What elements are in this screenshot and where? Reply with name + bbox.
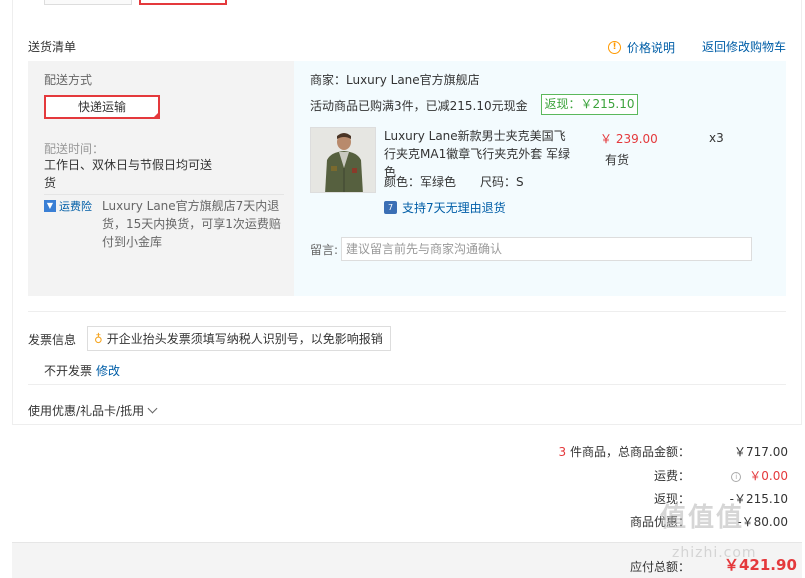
message-input[interactable] [341,237,752,261]
divider [44,194,284,195]
rebate-badge: 返现：￥215.10 [541,94,638,115]
merchant-name: 商家：Luxury Lane官方旗舰店 [310,73,480,87]
info-icon[interactable]: i [731,471,742,482]
watermark-logo: 值值值 [660,503,745,533]
message-label: 留言: [310,243,339,257]
watermark-url: zhizhi.com [672,545,757,561]
warning-icon: ! [608,41,621,54]
coupon-toggle[interactable]: 使用优惠/礼品卡/抵用 [28,402,158,419]
coupon-label: 使用优惠/礼品卡/抵用 [28,404,145,418]
back-to-cart-link[interactable]: 返回修改购物车 [702,38,786,55]
product-color: 颜色：军绿色 [384,175,457,189]
shipping-time-value: 工作日、双休日与节假日均可送货 [44,158,213,190]
section-title: 送货清单 [28,40,77,54]
product-stock: 有货 [605,153,630,167]
insurance-text: Luxury Lane官方旗舰店7天内退货，15天内换货，可享1次运费赔付到小金… [102,199,281,249]
price-note-label: 价格说明 [627,41,676,55]
product-image[interactable] [310,127,376,193]
invoice-edit-link[interactable]: 修改 [96,362,120,379]
insurance-tag-label: 运费险 [59,200,92,213]
divider [28,384,786,385]
promo-text: 活动商品已购满3件，已减215.10元现金 [310,99,528,113]
shipping-fee: i ￥0.00 [700,467,788,484]
product-size: 尺码：S [480,175,524,189]
shipping-method-button[interactable]: 快递运输 [44,95,160,119]
invoice-tip: ♁ 开企业抬头发票须填写纳税人识别号，以免影响报销 [87,326,391,351]
insurance-tag[interactable]: ▼ 运费险 [44,198,92,214]
divider [28,311,786,312]
shield-icon: ▼ [44,200,56,212]
price-note-link[interactable]: ! 价格说明 [608,39,675,56]
goods-count-label: 3 件商品，总商品金额： [540,443,690,460]
product-price: ￥ 239.00 [600,132,658,146]
product-quantity: x3 [709,131,724,145]
return-policy-label: 支持7天无理由退货 [402,201,506,215]
shipping-time-label: 配送时间： [44,142,105,156]
goods-count-suffix: 件商品，总商品金额： [569,445,690,459]
product-attributes: 颜色：军绿色 尺码：S [384,173,524,190]
goods-total: ￥717.00 [734,445,788,459]
invoice-value: 不开发票 [44,364,93,378]
lightbulb-icon: ♁ [94,331,103,346]
invoice-title: 发票信息 [28,333,77,347]
shipping-fee-value: ￥0.00 [749,469,788,483]
goods-count: 3 [558,445,567,459]
return-policy-tag[interactable]: 7 支持7天无理由退货 [384,199,506,216]
jacket-model-image [311,128,375,192]
selected-corner-icon [152,111,160,119]
seven-day-return-icon: 7 [384,201,397,214]
shipping-method-value: 快递运输 [77,100,126,114]
shipping-fee-label: 运费： [653,469,690,483]
shipping-method-label: 配送方式 [44,73,93,87]
chevron-down-icon [147,403,158,414]
invoice-tip-text: 开企业抬头发票须填写纳税人识别号，以免影响报销 [106,332,383,346]
